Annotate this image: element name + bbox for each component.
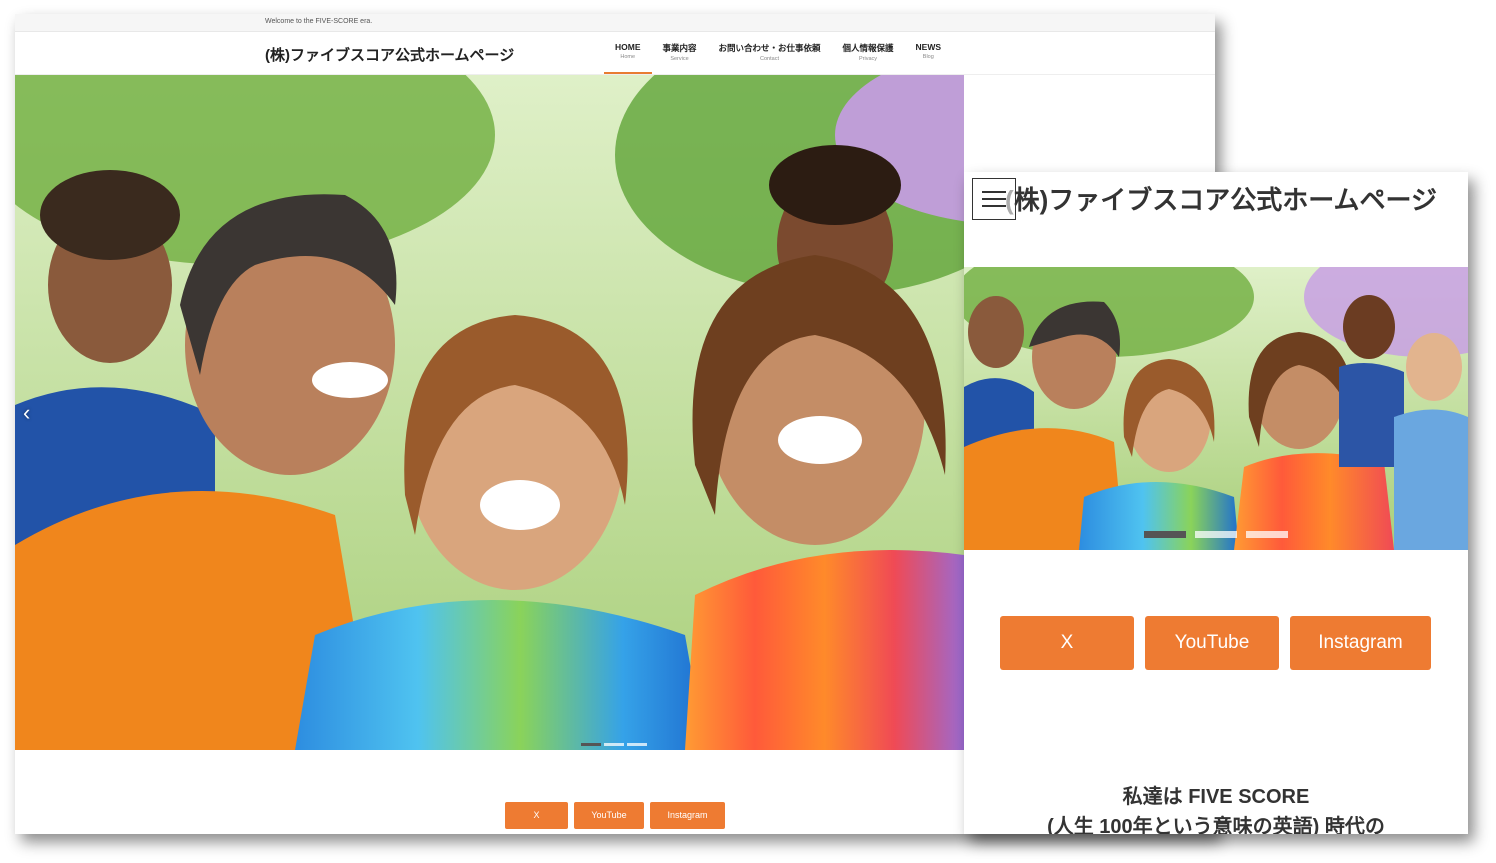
instagram-button[interactable]: Instagram [650,802,725,829]
nav-item-label: お問い合わせ・お仕事依頼 [718,43,821,53]
slider-dot[interactable] [581,743,601,746]
mobile-sns-buttons: X YouTube Instagram [1000,616,1431,670]
catchphrase-line-2: (人生 100年という意味の英語) 時代の [1047,816,1385,834]
hamburger-menu-icon[interactable] [972,178,1016,220]
topbar: Welcome to the FIVE-SCORE era. [15,14,1215,32]
topbar-text: Welcome to the FIVE-SCORE era. [265,18,373,25]
mobile-screenshot: (株)ファイブスコア公式ホームページ X YouTube Instagram 私… [964,172,1468,834]
x-button[interactable]: X [505,802,568,829]
sns-buttons: X YouTube Instagram [505,802,725,829]
mobile-site-title[interactable]: (株)ファイブスコア公式ホームページ [994,182,1448,219]
mobile-hero-slider[interactable] [964,267,1468,550]
nav-item-label: 事業内容 [662,43,697,53]
slider-prev-icon[interactable]: ‹ [23,400,30,426]
mobile-header: (株)ファイブスコア公式ホームページ [964,172,1468,267]
slider-dot[interactable] [1195,531,1237,538]
mobile-slider-dots [1144,531,1288,538]
youtube-button[interactable]: YouTube [1145,616,1279,670]
nav-item-label: NEWS [915,42,942,52]
catchphrase-line-1: 私達は FIVE SCORE [1122,786,1310,808]
youtube-button[interactable]: YouTube [574,802,644,829]
instagram-button[interactable]: Instagram [1290,616,1431,670]
catchphrase: 私達は FIVE SCORE (人生 100年という意味の英語) 時代の [964,782,1468,834]
site-title[interactable]: (株)ファイブスコア公式ホームページ [265,44,514,65]
nav-item-service[interactable]: 事業内容 Service [652,32,708,74]
mobile-hero-photo [964,267,1468,550]
slider-dot[interactable] [627,743,647,746]
hero-photo [15,75,964,750]
nav-item-news[interactable]: NEWS Blog [905,32,953,74]
slider-dots [581,743,647,746]
slider-dot[interactable] [604,743,624,746]
nav-item-label: 個人情報保護 [842,43,894,53]
hero-slider[interactable]: ‹ [15,75,964,750]
nav-item-sublabel: Blog [922,54,934,60]
nav-item-home[interactable]: HOME Home [604,32,652,74]
x-button[interactable]: X [1000,616,1134,670]
slider-dot[interactable] [1246,531,1288,538]
site-header: (株)ファイブスコア公式ホームページ HOME Home 事業内容 Servic… [15,32,1215,75]
nav-item-sublabel: Home [620,54,636,60]
nav-item-privacy[interactable]: 個人情報保護 Privacy [832,32,905,74]
nav-item-label: HOME [615,42,641,52]
global-nav: HOME Home 事業内容 Service お問い合わせ・お仕事依頼 Cont… [604,32,952,74]
nav-item-sublabel: Privacy [859,56,878,62]
nav-item-sublabel: Contact [760,56,779,62]
nav-item-contact[interactable]: お問い合わせ・お仕事依頼 Contact [708,32,832,74]
slider-dot[interactable] [1144,531,1186,538]
nav-item-sublabel: Service [670,56,689,62]
